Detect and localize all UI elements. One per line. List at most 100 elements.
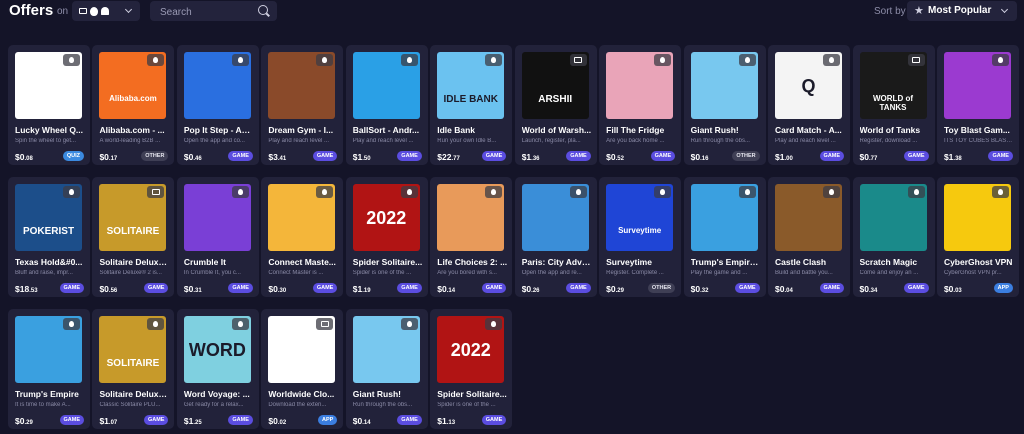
monitor-icon: [569, 54, 587, 66]
price-decimal: .07: [108, 420, 118, 426]
price-whole: $0: [99, 284, 109, 294]
android-icon: [147, 54, 165, 66]
offer-card[interactable]: Connect Maste... Connect Master is ... $0.…: [261, 177, 344, 297]
search-input[interactable]: [158, 4, 257, 20]
offer-description: Spin the wheel to get...: [15, 138, 77, 144]
apple-icon: [485, 318, 503, 330]
offer-card[interactable]: ARSHII World of Warsh... Launch, register,…: [514, 45, 597, 165]
lucky-wheel-thumbnail[interactable]: [15, 52, 82, 119]
offer-card[interactable]: WORD Word Voyage: ... Get ready for a rela…: [176, 309, 259, 429]
category-badge: GAME: [735, 283, 760, 293]
monitor-icon: [147, 186, 165, 198]
trump-thumbnail[interactable]: [690, 184, 758, 251]
pop-it-thumbnail[interactable]: [183, 52, 251, 119]
offer-card[interactable]: 2022 Spider Solitaire... Spider is one of …: [430, 309, 513, 429]
offer-card[interactable]: Life Choices 2: ... Are you bored with s.…: [430, 177, 513, 297]
dream-gym-thumbnail[interactable]: [268, 52, 336, 119]
offer-description: ITS TOY CUBES BLAST...: [943, 138, 1014, 144]
offer-card[interactable]: SOLITAIRE Solitaire Deluxe... Classic Soli…: [92, 309, 175, 429]
offer-name: Texas Hold&#0...: [15, 257, 83, 267]
offer-card[interactable]: Giant Rush! Run through the obs... $0.14 GA…: [345, 309, 428, 429]
ballsort-thumbnail[interactable]: [352, 52, 420, 119]
scratch-thumbnail[interactable]: [859, 184, 927, 251]
sort-dropdown[interactable]: ★ Most Popular: [907, 1, 1017, 21]
offer-card[interactable]: Toy Blast Gam... ITS TOY CUBES BLAST... $1…: [936, 45, 1019, 165]
warships-thumbnail[interactable]: ARSHII: [521, 52, 589, 119]
alibaba-thumbnail[interactable]: Alibaba.com: [99, 52, 167, 119]
offer-price: $0.26: [522, 284, 540, 294]
offer-card[interactable]: Lucky Wheel Q... Spin the wheel to get...…: [8, 45, 90, 165]
offer-card[interactable]: Trump's Empire... Play the game and ... $0…: [683, 177, 766, 297]
category-badge: QUIZ: [62, 151, 84, 161]
clock-thumbnail[interactable]: [268, 316, 336, 383]
apple-icon: [231, 318, 249, 330]
paris-thumbnail[interactable]: [521, 184, 589, 251]
offer-card[interactable]: Giant Rush! Run through the obs... $0.16 OT…: [683, 45, 766, 165]
offer-card[interactable]: Scratch Magic Come and enjoy an ... $0.34 G…: [852, 177, 935, 297]
offer-price: $0.03: [944, 284, 962, 294]
offer-card[interactable]: Crumble It In Crumble It, you c... $0.31 GA…: [176, 177, 259, 297]
thumbnail-text: IDLE BANK: [443, 94, 498, 105]
offer-card[interactable]: POKERIST Texas Hold&#0... Bluff and raise,…: [8, 177, 90, 297]
toy-blast-thumbnail[interactable]: [943, 52, 1011, 119]
offer-card[interactable]: Fill The Fridge Are you back home ... $0.5…: [599, 45, 682, 165]
surveytime-thumbnail[interactable]: Surveytime: [606, 184, 674, 251]
category-badge: OTHER: [141, 151, 169, 161]
platform-filter-dropdown[interactable]: [72, 1, 140, 21]
giant-rush-thumbnail[interactable]: [352, 316, 420, 383]
price-decimal: .34: [868, 288, 878, 294]
card-match-thumbnail[interactable]: Q: [775, 52, 843, 119]
solitaire-thumbnail[interactable]: SOLITAIRE: [99, 184, 167, 251]
offer-price: $0.34: [860, 284, 878, 294]
offer-price: $1.07: [99, 416, 117, 426]
price-decimal: .26: [531, 288, 540, 294]
offer-card[interactable]: Surveytime Surveytime Register. Complete .…: [599, 177, 682, 297]
offer-card[interactable]: Alibaba.com Alibaba.com - ... A world-lead…: [92, 45, 175, 165]
solitaire-thumbnail[interactable]: SOLITAIRE: [99, 316, 167, 383]
tanks-thumbnail[interactable]: WORLD of TANKS: [859, 52, 927, 119]
offer-name: CyberGhost VPN: [943, 257, 1013, 267]
offer-card[interactable]: Worldwide Clo... Download the exten... $0.…: [261, 309, 344, 429]
offer-description: Are you back home ...: [606, 138, 665, 144]
trump-thumbnail[interactable]: [15, 316, 82, 383]
search-icon[interactable]: [258, 5, 268, 15]
pokerist-thumbnail[interactable]: POKERIST: [15, 184, 82, 251]
offer-card[interactable]: WORLD of TANKS World of Tanks Register, do…: [852, 45, 935, 165]
offer-card[interactable]: Dream Gym - I... Play and reach level ...…: [261, 45, 344, 165]
price-decimal: .46: [193, 156, 202, 162]
word-voyage-thumbnail[interactable]: WORD: [183, 316, 251, 383]
connect-thumbnail[interactable]: [268, 184, 336, 251]
offer-card[interactable]: Trump's Empire It is time to make A... $0.…: [8, 309, 90, 429]
offer-card[interactable]: BallSort - Andr... Play and reach level .…: [345, 45, 428, 165]
search-box[interactable]: [150, 1, 277, 21]
price-decimal: .50: [362, 156, 371, 162]
idle-bank-thumbnail[interactable]: IDLE BANK: [437, 52, 505, 119]
price-decimal: .25: [193, 420, 202, 426]
offer-description: Open the app and co...: [183, 138, 245, 144]
offer-card[interactable]: IDLE BANK Idle Bank Run your own Idle B...…: [430, 45, 513, 165]
castle-thumbnail[interactable]: [775, 184, 843, 251]
offer-name: Spider Solitaire...: [352, 257, 423, 267]
offer-card[interactable]: CyberGhost VPN CyberGhost VPN pr... $0.03 A…: [936, 177, 1019, 297]
giant-rush-thumbnail[interactable]: [690, 52, 758, 119]
offer-card[interactable]: Paris: City Adve... Open the app and re..…: [514, 177, 597, 297]
price-whole: $0: [690, 284, 701, 294]
offer-card[interactable]: Castle Clash Build and battle you... $0.04…: [768, 177, 851, 297]
offer-description: Play the game and ...: [690, 270, 748, 276]
price-decimal: .29: [615, 288, 624, 294]
price-decimal: .02: [277, 420, 287, 426]
life-choices-thumbnail[interactable]: [437, 184, 505, 251]
offer-card[interactable]: SOLITAIRE Solitaire Deluxe... Solitaire De…: [92, 177, 175, 297]
price-decimal: .08: [24, 156, 33, 162]
spider-thumbnail[interactable]: 2022: [352, 184, 420, 251]
price-whole: $0: [268, 284, 278, 294]
fridge-thumbnail[interactable]: [606, 52, 674, 119]
offer-card[interactable]: 2022 Spider Solitaire... Spider is one of …: [345, 177, 428, 297]
offer-card[interactable]: Pop It Step - An... Open the app and co..…: [176, 45, 259, 165]
spider-thumbnail[interactable]: 2022: [437, 316, 505, 383]
category-badge: GAME: [988, 151, 1013, 161]
offer-card[interactable]: Q Card Match - A... Play and reach level .…: [768, 45, 851, 165]
cyberghost-thumbnail[interactable]: [943, 184, 1011, 251]
crumble-thumbnail[interactable]: [183, 184, 251, 251]
offer-price: $1.36: [522, 152, 540, 162]
